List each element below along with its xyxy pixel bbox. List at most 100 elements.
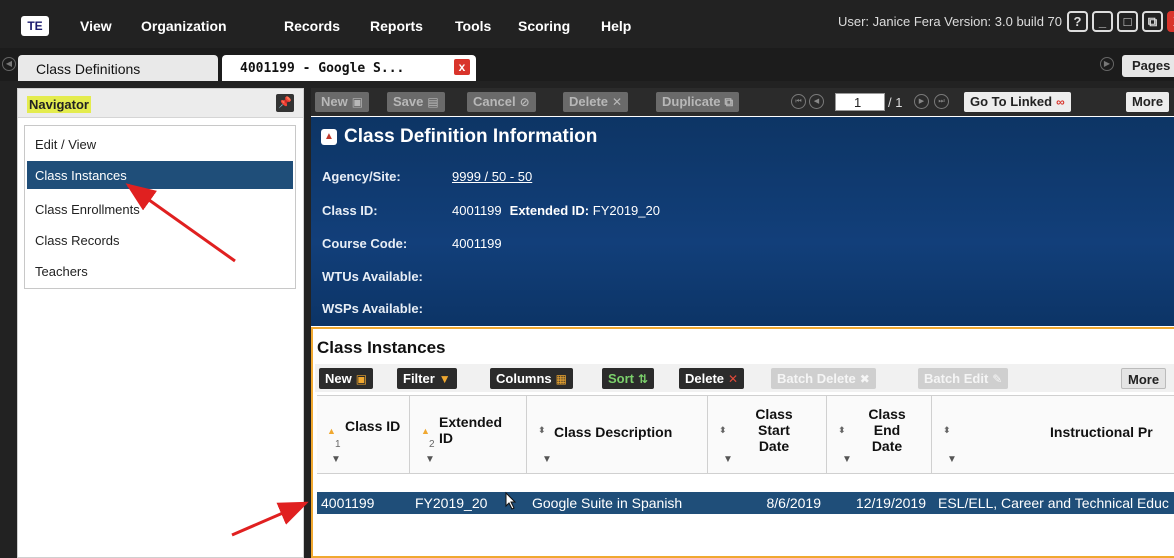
extended-id-value: FY2019_20 xyxy=(592,203,660,218)
cell-class-id: 4001199 xyxy=(321,495,375,511)
record-page-input[interactable]: 1 xyxy=(835,93,885,111)
pencil-icon: ✎ xyxy=(992,372,1003,386)
new-button[interactable]: New ▣ xyxy=(315,92,370,112)
batch-edit-button[interactable]: Batch Edit ✎ xyxy=(918,368,1009,389)
column-filter-icon[interactable]: ▼ xyxy=(542,454,552,465)
next-record-icon[interactable]: ▶ xyxy=(914,94,929,109)
grid-delete-button[interactable]: Delete ✕ xyxy=(679,368,745,389)
tab-scroll-right-icon[interactable]: ▶ xyxy=(1100,57,1114,71)
col-header-class-end-date[interactable]: ⬍ Class End Date ▼ xyxy=(828,396,932,473)
save-label: Save xyxy=(393,94,424,109)
table-row[interactable]: 4001199 FY2019_20 Google Suite in Spanis… xyxy=(317,492,1174,514)
cell-class-end-date: 12/19/2019 xyxy=(855,495,926,511)
nav-item-teachers[interactable]: Teachers xyxy=(27,257,293,285)
column-filter-icon[interactable]: ▼ xyxy=(723,454,733,465)
col-label: Class Start Date xyxy=(755,406,793,454)
pin-icon[interactable]: 📌 xyxy=(276,94,294,112)
duplicate-icon: ⧉ xyxy=(724,95,734,109)
cancel-label: Cancel xyxy=(473,94,516,109)
app-logo: TE xyxy=(21,16,49,36)
menu-help[interactable]: Help xyxy=(601,18,631,34)
save-button[interactable]: Save ▤ xyxy=(387,92,445,112)
sort-order: 1 xyxy=(335,439,341,450)
nav-item-class-enrollments[interactable]: Class Enrollments xyxy=(27,195,293,223)
class-id-value: 4001199 Extended ID: FY2019_20 xyxy=(452,203,660,218)
delete-x-icon: ✕ xyxy=(612,95,623,109)
batch-delete-button[interactable]: Batch Delete ✖ xyxy=(771,368,876,389)
col-header-class-description[interactable]: ⬍ Class Description ▼ xyxy=(528,396,708,473)
grid-toolbar: New ▣ Filter ▼ Columns ▦ Sort ⇅ Delete ✕ Batc… xyxy=(315,364,1174,392)
col-label: Extended ID xyxy=(439,414,503,446)
user-version-info: User: Janice Fera Version: 3.0 build 70 xyxy=(837,14,1062,29)
class-id-text: 4001199 xyxy=(452,203,502,218)
column-filter-icon[interactable]: ▼ xyxy=(331,454,341,465)
more-button[interactable]: More xyxy=(1126,92,1170,112)
sort-both-icon: ⬍ xyxy=(538,425,546,435)
sort-button[interactable]: Sort ⇅ xyxy=(602,368,655,389)
sort-both-icon: ⬍ xyxy=(838,425,846,435)
agency-site-label: Agency/Site: xyxy=(322,169,401,184)
menu-view[interactable]: View xyxy=(80,18,112,34)
tab-label: 4001199 - Google S... xyxy=(240,61,405,76)
frame-divider[interactable] xyxy=(304,88,311,558)
column-filter-icon[interactable]: ▼ xyxy=(947,454,957,465)
delete-button[interactable]: Delete ✕ xyxy=(563,92,629,112)
agency-site-link[interactable]: 9999 / 50 - 50 xyxy=(452,169,532,184)
menu-records[interactable]: Records xyxy=(284,18,340,34)
col-header-class-id[interactable]: ▲ 1 Class ID ▼ xyxy=(317,396,410,473)
menu-reports[interactable]: Reports xyxy=(370,18,423,34)
column-filter-icon[interactable]: ▼ xyxy=(425,454,435,465)
nav-item-edit-view[interactable]: Edit / View xyxy=(27,130,293,158)
sort-az-icon: ⇅ xyxy=(638,372,649,386)
tab-scroll-left-icon[interactable]: ◀ xyxy=(2,57,16,71)
extended-id-label: Extended ID: xyxy=(509,203,590,218)
tab-bar: ◀ Class Definitions 4001199 - Google S..… xyxy=(0,48,1174,81)
columns-icon: ▦ xyxy=(555,372,567,386)
prev-record-icon[interactable]: ◀ xyxy=(809,94,824,109)
columns-button[interactable]: Columns ▦ xyxy=(490,368,573,389)
col-header-extended-id[interactable]: ▲ 2 Extended ID ▼ xyxy=(411,396,527,473)
go-to-linked-button[interactable]: Go To Linked ∞ xyxy=(964,92,1071,112)
maximize-icon[interactable]: ⧉ xyxy=(1142,11,1163,32)
grid-more-button[interactable]: More xyxy=(1121,368,1167,389)
menu-organization[interactable]: Organization xyxy=(141,18,227,34)
tab-class-definitions[interactable]: Class Definitions xyxy=(18,55,218,81)
menu-scoring[interactable]: Scoring xyxy=(518,18,570,34)
filter-button[interactable]: Filter ▼ xyxy=(397,368,457,389)
cancel-button[interactable]: Cancel ⊘ xyxy=(467,92,536,112)
duplicate-button[interactable]: Duplicate ⧉ xyxy=(656,92,740,112)
close-window-icon[interactable]: X xyxy=(1167,11,1174,32)
sort-both-icon: ⬍ xyxy=(943,425,951,435)
class-definition-info-panel: ▲ Class Definition Information Agency/Si… xyxy=(311,117,1174,326)
nav-item-class-records[interactable]: Class Records xyxy=(27,226,293,254)
navigator-panel: Navigator 📌 Edit / View Class Instances … xyxy=(17,88,304,558)
col-header-instructional-program[interactable]: ⬍ Instructional Pr ▼ xyxy=(933,396,1174,473)
last-record-icon[interactable]: ⏭ xyxy=(934,94,949,109)
pages-button[interactable]: Pages xyxy=(1122,55,1174,77)
menu-tools[interactable]: Tools xyxy=(455,18,491,34)
grid-header: ▲ 1 Class ID ▼ ▲ 2 Extended ID ▼ ⬍ Class… xyxy=(317,395,1174,474)
column-filter-icon[interactable]: ▼ xyxy=(842,454,852,465)
grid-new-button[interactable]: New ▣ xyxy=(319,368,374,389)
collapse-up-icon[interactable]: ▲ xyxy=(321,129,337,145)
close-tab-icon[interactable]: x xyxy=(454,59,470,75)
restore-icon[interactable]: □ xyxy=(1117,11,1138,32)
new-doc-icon: ▣ xyxy=(351,95,364,109)
link-icon: ∞ xyxy=(1056,95,1065,109)
tab-class-record[interactable]: 4001199 - Google S... x xyxy=(222,55,476,81)
frame-left xyxy=(0,81,17,558)
sort-both-icon: ⬍ xyxy=(719,425,727,435)
tab-label: Class Definitions xyxy=(36,61,141,77)
col-header-class-start-date[interactable]: ⬍ Class Start Date ▼ xyxy=(709,396,827,473)
first-record-icon[interactable]: ⏮ xyxy=(791,94,806,109)
sort-asc-icon: ▲ xyxy=(421,426,430,436)
record-page-total: / 1 xyxy=(888,95,903,110)
navigator-header: Navigator 📌 xyxy=(18,89,303,118)
go-to-linked-label: Go To Linked xyxy=(970,94,1053,109)
navigator-title: Navigator xyxy=(27,96,91,113)
minimize-icon[interactable]: _ xyxy=(1092,11,1113,32)
cell-class-description: Google Suite in Spanish xyxy=(532,495,683,511)
filter-icon: ▼ xyxy=(438,372,451,386)
help-icon[interactable]: ? xyxy=(1067,11,1088,32)
nav-item-class-instances[interactable]: Class Instances xyxy=(27,161,293,189)
